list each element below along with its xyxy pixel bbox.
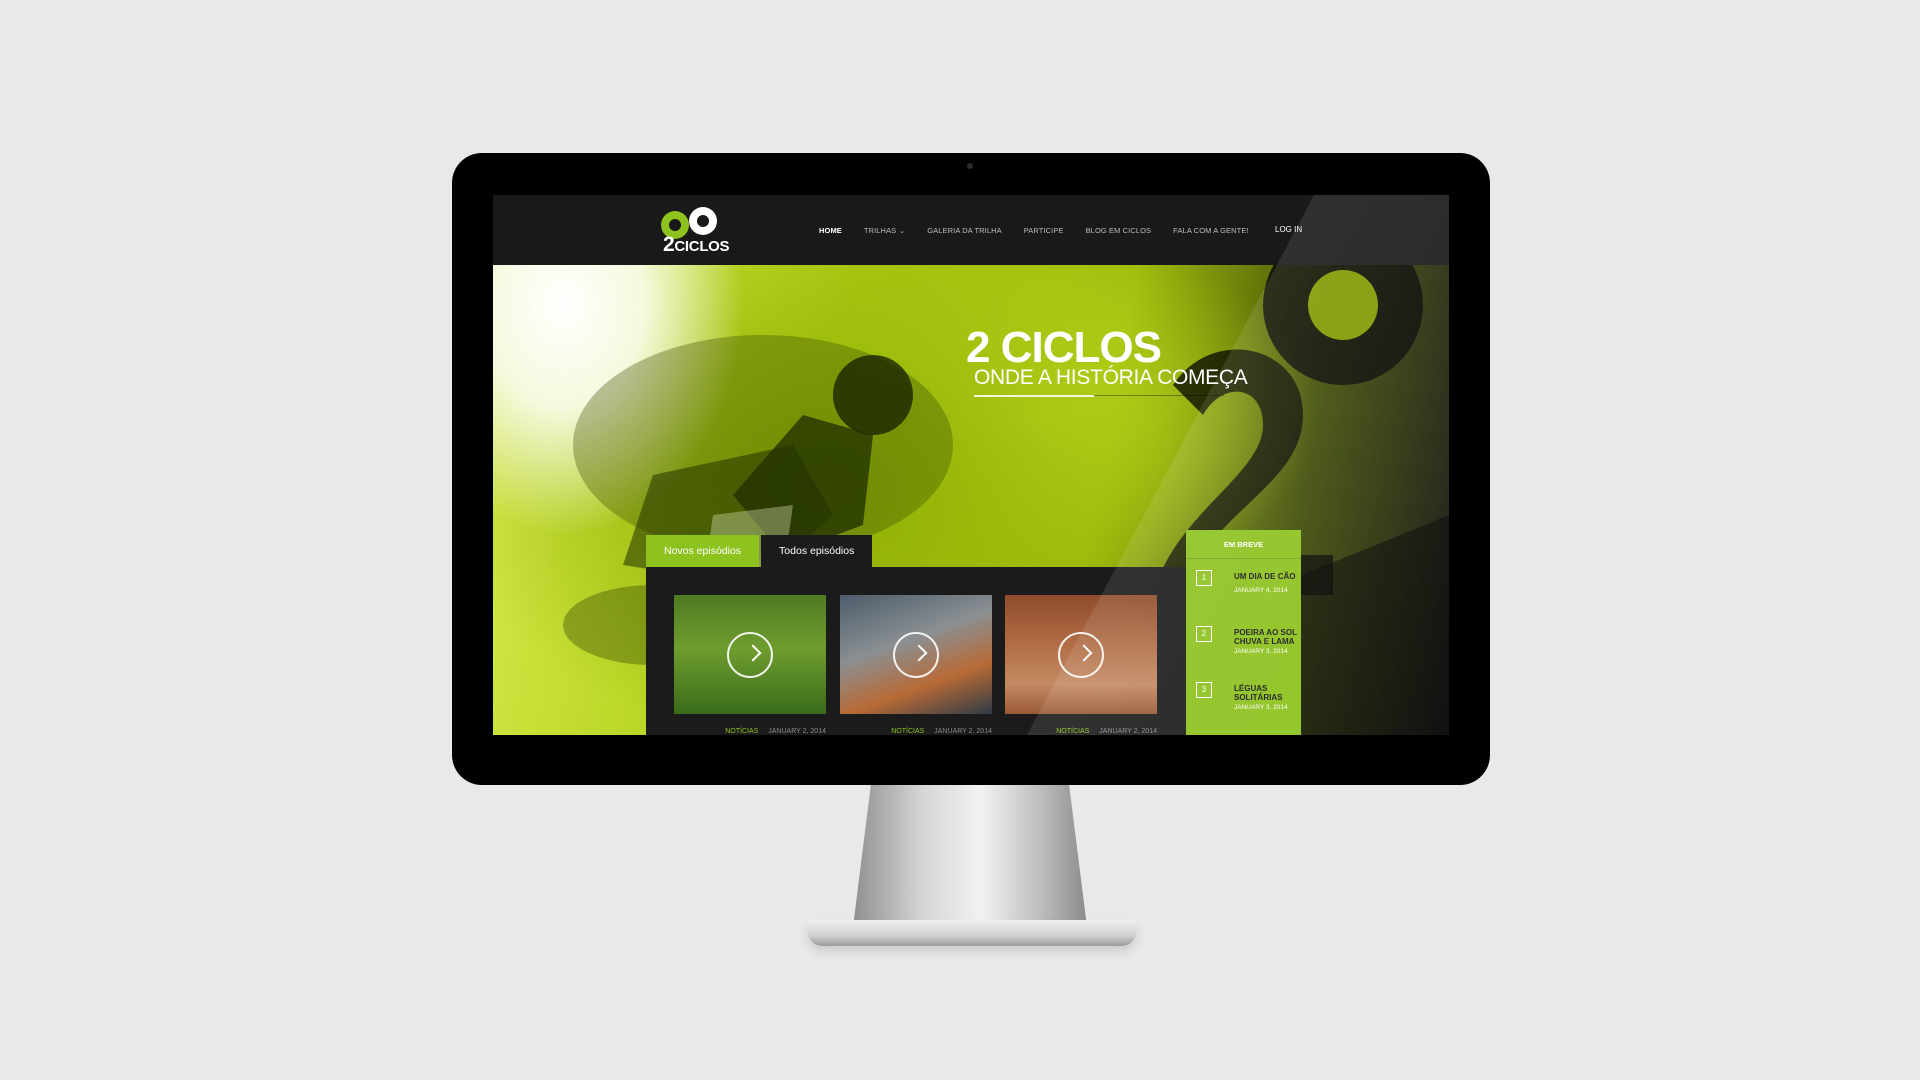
monitor-frame: 2CICLOS HOME TRILHAS ⌄ GALERIA DA TRILHA …: [452, 153, 1490, 785]
episodes-panel: NOTÍCIAS JANUARY 2, 2014 NOTÍCIAS JANUAR…: [646, 567, 1186, 735]
upcoming-number: 3: [1196, 682, 1212, 698]
nav-fala-com-a-gente[interactable]: FALA COM A GENTE!: [1173, 226, 1248, 235]
upcoming-date: JANUARY 3, 2014: [1234, 648, 1288, 655]
episode-thumbnail[interactable]: [674, 595, 826, 714]
webcam-dot: [967, 163, 973, 169]
nav-galeria-da-trilha[interactable]: GALERIA DA TRILHA: [927, 226, 1002, 235]
nav-participe[interactable]: PARTICIPE: [1024, 226, 1064, 235]
episode-meta: NOTÍCIAS JANUARY 2, 2014: [674, 728, 826, 735]
episode-card: NOTÍCIAS JANUARY 2, 2014: [840, 595, 992, 735]
play-icon[interactable]: [1058, 631, 1104, 678]
episode-date: JANUARY 2, 2014: [768, 728, 826, 735]
episode-thumbnail[interactable]: [840, 595, 992, 714]
episodes-tabs: Novos episódios Todos episódios: [646, 535, 873, 573]
nav-home[interactable]: HOME: [819, 226, 842, 235]
episode-category[interactable]: NOTÍCIAS: [725, 728, 758, 735]
monitor-stand-base: [808, 920, 1136, 946]
episode-thumbnail[interactable]: [1005, 595, 1157, 714]
login-link[interactable]: LOG IN: [1275, 225, 1302, 234]
site-header: 2CICLOS HOME TRILHAS ⌄ GALERIA DA TRILHA …: [493, 195, 1449, 265]
tab-novos-episodios[interactable]: Novos episódios: [646, 535, 760, 573]
hero-underline: [974, 395, 1094, 397]
upcoming-number: 1: [1196, 570, 1212, 586]
logo-word: CICLOS: [674, 238, 730, 255]
upcoming-title: UM DIA DE CÃO: [1234, 572, 1296, 581]
play-icon[interactable]: [727, 631, 773, 678]
upcoming-date: JANUARY 3, 2014: [1234, 704, 1288, 711]
nav-trilhas-label: TRILHAS: [863, 225, 897, 235]
episode-date: JANUARY 2, 2014: [934, 728, 992, 735]
monitor-stand-neck: [852, 785, 1088, 935]
main-nav: HOME TRILHAS ⌄ GALERIA DA TRILHA PARTICIP…: [819, 195, 1271, 265]
nav-blog-em-ciclos[interactable]: BLOG EM CICLOS: [1086, 226, 1152, 235]
nav-trilhas[interactable]: TRILHAS ⌄: [864, 226, 905, 235]
chevron-down-icon: ⌄: [899, 227, 906, 235]
hero-underline-dark: [1094, 395, 1224, 396]
logo-text[interactable]: 2CICLOS: [663, 233, 730, 257]
episode-card: NOTÍCIAS JANUARY 2, 2014: [1005, 595, 1157, 735]
upcoming-title: POEIRA AO SOL CHUVA E LAMA: [1234, 628, 1297, 646]
upcoming-date: JANUARY 4, 2014: [1234, 587, 1288, 594]
episode-category[interactable]: NOTÍCIAS: [891, 728, 924, 735]
logo-number: 2: [663, 233, 675, 256]
episode-date: JANUARY 2, 2014: [1099, 728, 1157, 735]
episode-category[interactable]: NOTÍCIAS: [1056, 728, 1089, 735]
em-breve-panel: EM BREVE 1 UM DIA DE CÃO JANUARY 4, 2014…: [1186, 530, 1301, 735]
em-breve-title: EM BREVE: [1186, 530, 1301, 559]
tab-todos-episodios[interactable]: Todos episódios: [761, 535, 873, 567]
website-screen: 2CICLOS HOME TRILHAS ⌄ GALERIA DA TRILHA …: [493, 195, 1449, 735]
hero-banner: 2 CICLOS ONDE A HISTÓRIA COMEÇA Novos ep…: [493, 265, 1449, 735]
play-icon[interactable]: [893, 631, 939, 678]
episode-meta: NOTÍCIAS JANUARY 2, 2014: [1005, 728, 1157, 735]
upcoming-title: LÉGUAS SOLITÁRIAS: [1234, 684, 1283, 702]
episode-meta: NOTÍCIAS JANUARY 2, 2014: [840, 728, 992, 735]
episode-card: NOTÍCIAS JANUARY 2, 2014: [674, 595, 826, 735]
upcoming-number: 2: [1196, 626, 1212, 642]
hero-subtitle: ONDE A HISTÓRIA COMEÇA: [974, 366, 1248, 389]
